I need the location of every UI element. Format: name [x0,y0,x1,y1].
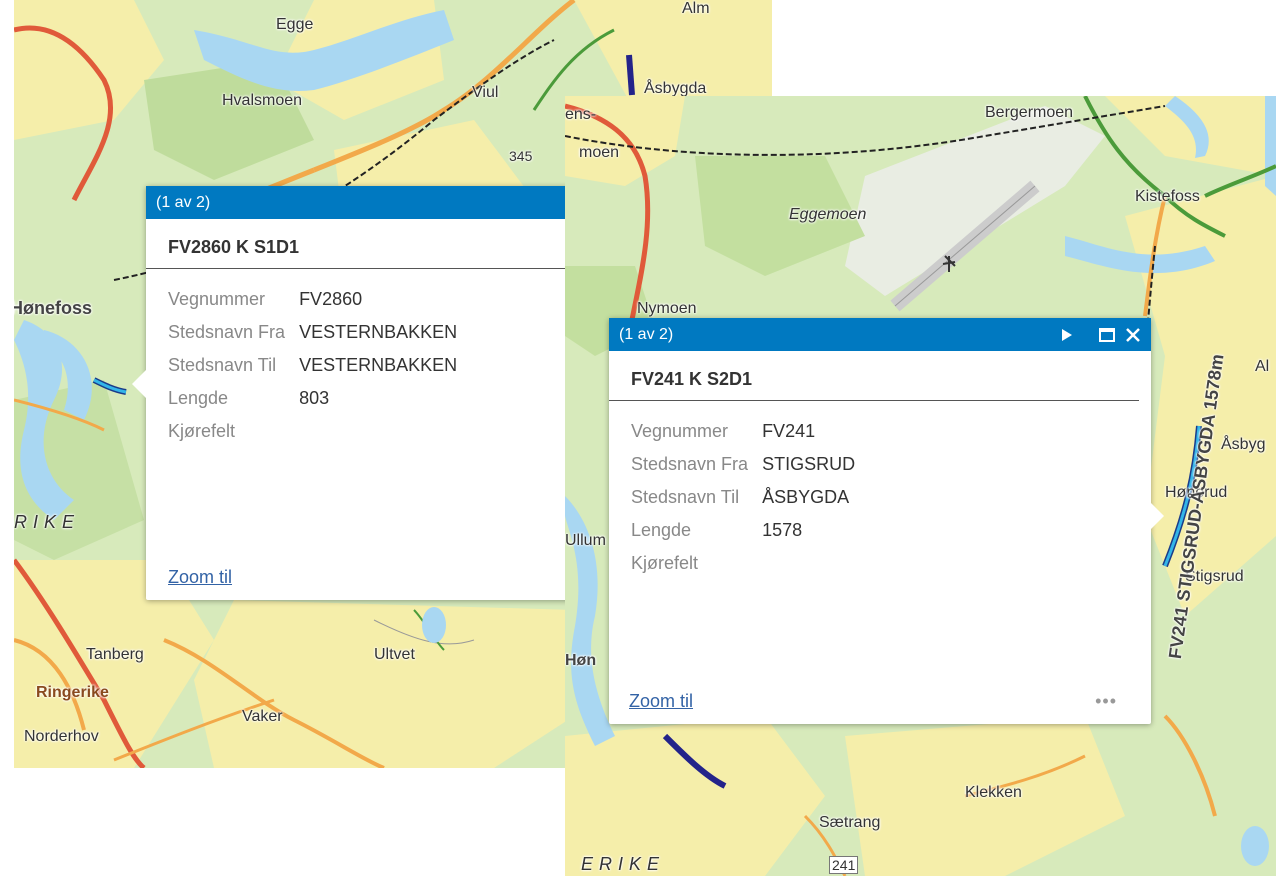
attribute-value: VESTERNBAKKEN [299,355,458,375]
attribute-value: FV2860 [299,289,363,309]
map-label: ens- [565,106,597,123]
popup-header: (1 av 2) [609,318,1151,351]
table-row: Stedsnavn Til ÅSBYGDA [631,481,855,514]
map-label: Høn [565,652,597,669]
table-row: Kjørefelt [168,415,457,448]
map-label: 241 [829,856,859,874]
attribute-key: Vegnummer [168,289,266,309]
map-label: Eggemoen [789,206,867,223]
map-label: Ullum [565,532,606,549]
attribute-key: Vegnummer [631,421,729,441]
table-row: Stedsnavn Til VESTERNBAKKEN [168,349,457,382]
popup-feature-count: (1 av 2) [619,325,674,343]
attribute-value: FV241 [762,421,816,441]
maximize-button[interactable] [1099,327,1115,342]
map-label: Klekken [965,784,1022,801]
attribute-key: Stedsnavn Til [168,355,277,375]
attribute-key: Lengde [168,388,229,408]
close-button[interactable] [1125,327,1141,343]
attribute-value: 803 [299,388,330,408]
attribute-key: Kjørefelt [631,553,699,573]
map-label: Al [1255,358,1270,375]
more-actions-button[interactable]: ••• [1095,691,1117,712]
popup-pointer [132,370,146,398]
table-row: Lengde 1578 [631,514,855,547]
attribute-value: STIGSRUD [762,454,856,474]
popup-header: (1 av 2) [146,186,626,219]
map-label: Ringerike [36,684,109,701]
popup-pointer [1150,502,1164,530]
map-label: Tanberg [86,646,144,663]
map-label: Vaker [242,708,283,725]
attribute-key: Stedsnavn Fra [631,454,749,474]
map-label: RIKE [14,512,81,532]
attribute-table: Vegnummer FV241 Stedsnavn Fra STIGSRUD S… [631,415,855,580]
next-feature-button[interactable] [1061,328,1073,342]
maximize-icon [1099,327,1115,342]
map-label: 345 [509,148,533,164]
attribute-key: Lengde [631,520,692,540]
feature-popup: (1 av 2) FV241 K S2D1 Vegnummer FV241 St… [609,318,1151,724]
feature-popup: (1 av 2) FV2860 K S1D1 Vegnummer FV2860 … [146,186,626,600]
table-row: Lengde 803 [168,382,457,415]
popup-feature-count: (1 av 2) [156,193,211,211]
table-row: Vegnummer FV2860 [168,283,457,316]
table-row: Stedsnavn Fra VESTERNBAKKEN [168,316,457,349]
map-label: Norderhov [24,728,99,745]
map-label: Alm [682,0,710,17]
map-label: Nymoen [637,300,697,317]
map-label: Kistefoss [1135,188,1200,205]
attribute-key: Stedsnavn Til [631,487,740,507]
attribute-value [762,547,855,580]
table-row: Vegnummer FV241 [631,415,855,448]
attribute-key: Stedsnavn Fra [168,322,286,342]
table-row: Kjørefelt [631,547,855,580]
attribute-value: 1578 [762,520,803,540]
attribute-value: VESTERNBAKKEN [299,322,458,342]
map-label: moen [579,144,620,161]
map-label: Hønefoss [14,298,93,318]
next-icon [1062,328,1072,341]
map-label: Sætrang [819,814,881,831]
map-label: ERIKE [581,854,666,874]
map-label: Ultvet [374,646,415,663]
map-label: Åsbyg [1221,436,1266,453]
zoom-to-link[interactable]: Zoom til [629,691,693,712]
attribute-table: Vegnummer FV2860 Stedsnavn Fra VESTERNBA… [168,283,457,448]
map-label: Hvalsmoen [222,92,303,109]
attribute-value: ÅSBYGDA [762,487,850,507]
map-label: Viul [472,84,499,101]
zoom-to-link[interactable]: Zoom til [168,567,232,588]
attribute-key: Kjørefelt [168,421,236,441]
attribute-value [299,415,457,448]
map-label: Egge [276,16,314,33]
popup-title: FV241 K S2D1 [609,351,1139,401]
popup-title: FV2860 K S1D1 [146,219,614,269]
close-icon [1126,327,1140,342]
map-label: Bergermoen [985,104,1074,121]
table-row: Stedsnavn Fra STIGSRUD [631,448,855,481]
